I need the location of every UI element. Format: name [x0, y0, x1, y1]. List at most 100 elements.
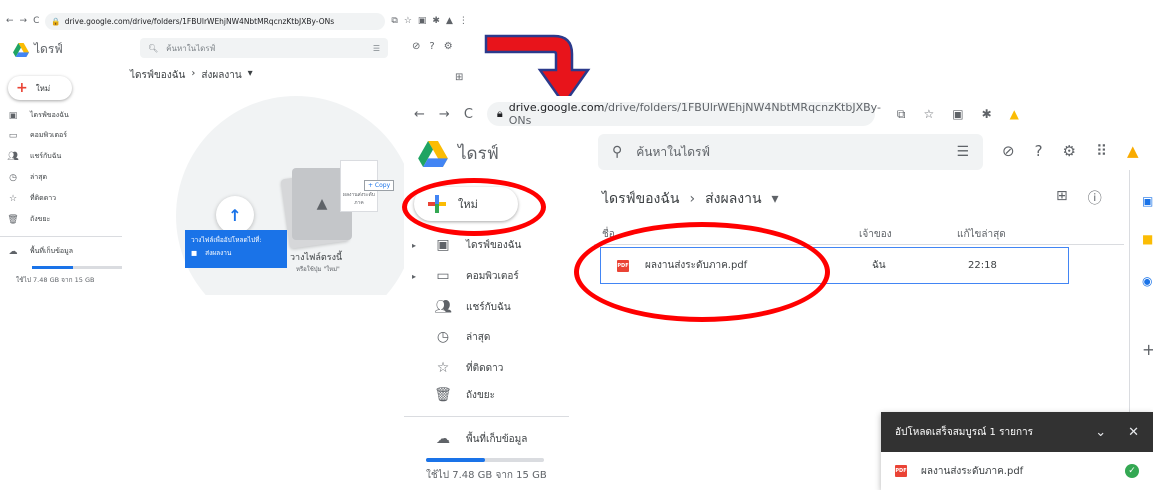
forward-icon[interactable]: →: [20, 16, 28, 26]
puzzle-icon[interactable]: ✱: [432, 16, 440, 26]
check-icon[interactable]: ⊘: [1002, 142, 1015, 160]
star-icon[interactable]: ☆: [923, 107, 934, 122]
dragged-file-name: ผลงานส่งระดับภาค: [343, 192, 375, 206]
drive-folder-icon: ▣: [8, 110, 18, 121]
sidebar-item-recent[interactable]: ◷ ล่าสุด: [6, 172, 47, 183]
profile-icon[interactable]: ▲: [446, 16, 453, 26]
breadcrumb-root[interactable]: ไดรฟ์ของฉัน: [602, 188, 680, 210]
sidebar-item-starred[interactable]: ☆ ที่ติดดาว: [6, 193, 56, 204]
extension-icon[interactable]: ▣: [952, 107, 963, 122]
star-icon: ☆: [8, 193, 18, 204]
grid-view-icon[interactable]: ⊞: [455, 72, 463, 83]
search-placeholder: ค้นหาในไดรฟ์: [636, 144, 710, 159]
sidebar-item-computers[interactable]: ▭ คอมพิวเตอร์: [6, 130, 67, 141]
reload-icon[interactable]: C: [464, 107, 473, 122]
settings-icon[interactable]: ⚙: [1063, 142, 1076, 160]
sidebar-item-computers[interactable]: ▸ ▭ คอมพิวเตอร์: [412, 268, 519, 284]
sidebar-item-trash[interactable]: 🗑︎ ถังขยะ: [6, 214, 50, 225]
search-input[interactable]: ⚲ ค้นหาในไดรฟ์ ☰: [598, 134, 983, 170]
browser-toolbar: ← → C 🔒 drive.google.com/drive/folders/1…: [0, 10, 486, 32]
help-icon[interactable]: ?: [429, 41, 434, 52]
expand-icon[interactable]: ▸: [412, 272, 420, 281]
grid-view-icon[interactable]: ⊞: [1056, 188, 1068, 208]
keep-icon[interactable]: ■: [1142, 232, 1153, 246]
share-icon[interactable]: ⧉: [391, 16, 397, 26]
sidebar-item-starred[interactable]: ☆ ที่ติดดาว: [412, 360, 504, 376]
cloud-icon: ☁: [436, 431, 450, 447]
menu-icon[interactable]: ⋮: [459, 16, 468, 26]
apps-icon[interactable]: ⠿: [1096, 142, 1107, 160]
star-icon[interactable]: ☆: [404, 16, 412, 26]
info-icon[interactable]: ⓘ: [1088, 188, 1102, 208]
forward-icon[interactable]: →: [439, 107, 450, 122]
new-label: ใหม่: [35, 83, 51, 93]
storage-bar: [426, 458, 544, 462]
list-item[interactable]: PDF ผลงานส่งระดับภาค.pdf ✓: [881, 452, 1153, 490]
url-host: drive.google.com: [508, 101, 605, 114]
drop-tooltip: วางไฟล์เพื่ออัปโหลดไปที่: ■ ส่งผลงาน: [185, 230, 287, 268]
breadcrumb: ไดรฟ์ของฉัน › ส่งผลงาน ▾: [602, 188, 779, 210]
check-icon[interactable]: ⊘: [412, 41, 420, 52]
address-bar[interactable]: 🔒︎ drive.google.com/drive/folders/1FBUlr…: [486, 101, 881, 127]
back-icon[interactable]: ←: [6, 16, 14, 26]
column-owner[interactable]: เจ้าของ: [859, 227, 892, 242]
chevron-right-icon: ›: [689, 191, 696, 207]
url-text: drive.google.com/drive/folders/1FBUlrWEh…: [64, 16, 335, 26]
lock-icon: 🔒︎: [496, 107, 503, 120]
search-input[interactable]: 🔍︎ ค้นหาในไดรฟ์ ☰: [140, 38, 388, 58]
column-modified[interactable]: แก้ไขล่าสุด: [957, 227, 1006, 242]
breadcrumb-current[interactable]: ส่งผลงาน: [705, 188, 761, 210]
reload-icon[interactable]: C: [33, 16, 39, 26]
calendar-icon[interactable]: ▣: [1142, 194, 1153, 208]
sidebar-item-storage[interactable]: ☁ พื้นที่เก็บข้อมูล: [6, 246, 73, 257]
filter-icon[interactable]: ☰: [956, 144, 969, 160]
browser-toolbar: ← → C 🔒︎ drive.google.com/drive/folders/…: [404, 96, 1153, 132]
lock-icon: 🔒: [51, 16, 61, 26]
app-name: ไดรฟ์: [34, 42, 63, 56]
avatar[interactable]: ▲: [1127, 142, 1139, 160]
sidebar-item-shared[interactable]: 👥︎ แชร์กับฉัน: [6, 151, 61, 162]
people-icon: 👥︎: [7, 151, 19, 162]
drop-here-text: วางไฟล์ตรงนี้: [290, 253, 343, 263]
sidebar-item-storage[interactable]: ☁ พื้นที่เก็บข้อมูล: [412, 431, 527, 447]
sidebar-label: ไดรฟ์ของฉัน: [466, 239, 522, 251]
sidebar-item-my-drive[interactable]: ▸ ▣ ไดรฟ์ของฉัน: [412, 237, 521, 253]
sidebar-label: ล่าสุด: [30, 173, 48, 181]
new-button[interactable]: + ใหม่: [8, 76, 72, 100]
address-bar[interactable]: 🔒 drive.google.com/drive/folders/1FBUlrW…: [45, 12, 386, 30]
profile-icon[interactable]: ▲: [1010, 107, 1019, 122]
drive-logo[interactable]: ไดรฟ์: [418, 140, 499, 167]
share-icon[interactable]: ⧉: [897, 107, 906, 122]
drop-hint: วางไฟล์เพื่ออัปโหลดไปที่:: [191, 236, 262, 244]
sidebar-item-my-drive[interactable]: ▣ ไดรฟ์ของฉัน: [6, 110, 69, 121]
top-icons: ⊘ ? ⚙ ⠿ ▲: [1002, 142, 1139, 160]
trash-icon: 🗑︎: [7, 214, 19, 225]
folder-icon: ■: [191, 249, 198, 258]
puzzle-icon[interactable]: ✱: [982, 107, 992, 122]
chevron-down-icon[interactable]: ▾: [248, 68, 253, 83]
filter-icon[interactable]: ☰: [373, 44, 380, 53]
clock-icon: ◷: [9, 172, 17, 183]
computer-icon: ▭: [8, 130, 18, 141]
help-icon[interactable]: ?: [1035, 142, 1043, 160]
chevron-down-icon[interactable]: ⌄: [1095, 425, 1106, 440]
chevron-down-icon[interactable]: ▾: [772, 191, 779, 207]
breadcrumb-current[interactable]: ส่งผลงาน: [201, 68, 241, 83]
tasks-icon[interactable]: ◉: [1142, 274, 1152, 288]
sidebar-item-shared[interactable]: 👥︎ แชร์กับฉัน: [412, 299, 511, 315]
sidebar-item-trash[interactable]: 🗑︎ ถังขยะ: [412, 387, 495, 403]
add-icon[interactable]: +: [1142, 340, 1153, 359]
sidebar-label: ไดรฟ์ของฉัน: [30, 111, 69, 119]
close-icon[interactable]: ✕: [1128, 425, 1139, 440]
sidebar-item-recent[interactable]: ◷ ล่าสุด: [412, 329, 490, 345]
expand-icon[interactable]: ▸: [412, 241, 420, 250]
check-icon: ✓: [1125, 464, 1139, 478]
extension-icon[interactable]: ▣: [418, 16, 427, 26]
settings-icon[interactable]: ⚙: [444, 41, 453, 52]
drive-logo[interactable]: ไดรฟ์: [13, 40, 63, 59]
sidebar-label: ที่ติดดาว: [30, 194, 57, 202]
upload-file-name: ผลงานส่งระดับภาค.pdf: [921, 465, 1024, 477]
back-icon[interactable]: ←: [414, 107, 425, 122]
search-icon: 🔍︎: [148, 43, 159, 53]
breadcrumb-root[interactable]: ไดรฟ์ของฉัน: [130, 68, 185, 83]
